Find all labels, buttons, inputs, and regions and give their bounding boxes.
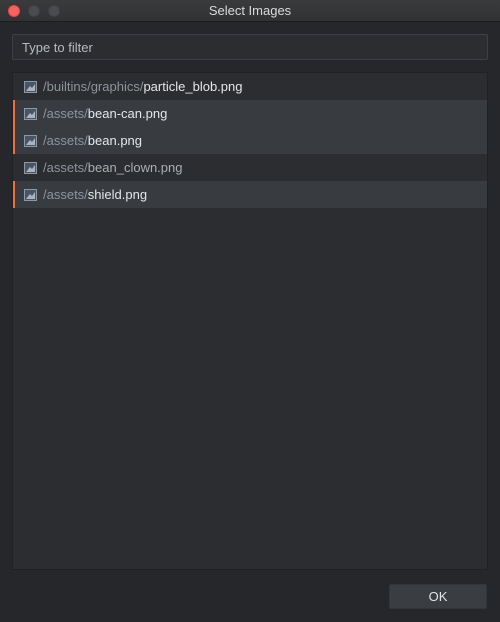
item-filename: bean.png	[87, 133, 143, 148]
item-directory: /assets/	[43, 106, 88, 121]
list-item[interactable]: /builtins/graphics/particle_blob.png	[13, 73, 487, 100]
filter-input[interactable]	[12, 34, 488, 60]
ok-button[interactable]: OK	[389, 584, 487, 609]
item-filename: shield.png	[87, 187, 148, 202]
list-item[interactable]: /assets/bean-can.png	[13, 100, 487, 127]
image-icon	[24, 80, 37, 93]
image-icon	[24, 188, 37, 201]
list-item[interactable]: /assets/bean_clown.png	[13, 154, 487, 181]
window-title: Select Images	[208, 3, 292, 18]
item-filename: bean-can.png	[87, 106, 168, 121]
list-item[interactable]: /assets/bean.png	[13, 127, 487, 154]
item-directory: /assets/	[43, 160, 88, 175]
item-directory: /builtins/graphics/	[43, 79, 144, 94]
image-icon	[24, 107, 37, 120]
item-filename: bean_clown.png	[87, 160, 183, 175]
item-directory: /assets/	[43, 133, 88, 148]
image-icon	[24, 161, 37, 174]
image-icon	[24, 134, 37, 147]
title-bar: Select Images	[0, 0, 500, 22]
list-item[interactable]: /assets/shield.png	[13, 181, 487, 208]
image-list[interactable]: /builtins/graphics/particle_blob.png /as…	[12, 72, 488, 570]
item-directory: /assets/	[43, 187, 88, 202]
item-filename: particle_blob.png	[143, 79, 243, 94]
